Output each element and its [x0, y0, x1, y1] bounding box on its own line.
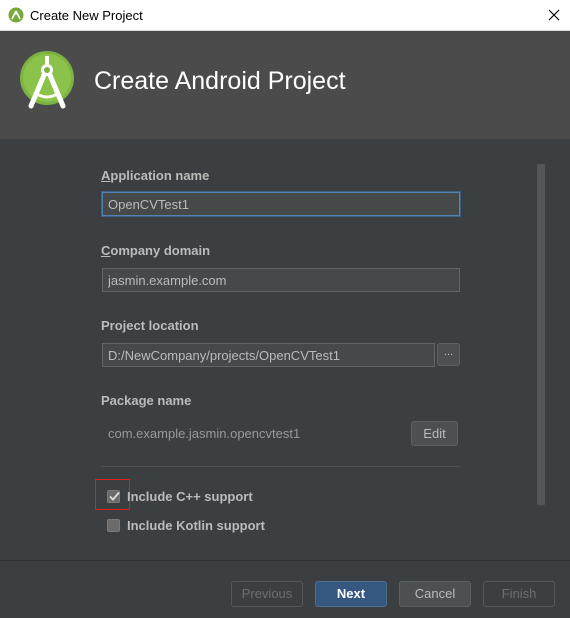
project-location-label: Project location [101, 318, 199, 333]
include-kotlin-label: Include Kotlin support [127, 518, 265, 533]
include-cpp-checkbox[interactable] [107, 490, 120, 503]
include-cpp-label: Include C++ support [127, 489, 253, 504]
include-kotlin-option[interactable]: Include Kotlin support [107, 518, 265, 533]
package-name-value: com.example.jasmin.opencvtest1 [108, 426, 301, 441]
package-name-label: Package name [101, 393, 192, 408]
header-banner: Create Android Project [0, 31, 570, 139]
application-name-field[interactable] [102, 192, 460, 216]
checkmark-icon [109, 491, 120, 501]
cancel-button[interactable]: Cancel [399, 581, 471, 607]
window-title: Create New Project [30, 8, 143, 23]
company-domain-label: Company domain [101, 243, 211, 258]
company-domain-field[interactable] [102, 268, 460, 292]
android-studio-icon [8, 7, 24, 23]
next-button[interactable]: Next [315, 581, 387, 607]
android-studio-logo-icon [19, 50, 75, 110]
window-titlebar: Create New Project [0, 0, 570, 31]
page-title: Create Android Project [94, 67, 346, 95]
include-kotlin-checkbox[interactable] [107, 519, 120, 532]
application-name-label: Application name [101, 168, 210, 183]
project-location-field[interactable] [102, 343, 435, 367]
finish-button[interactable]: Finish [483, 581, 555, 607]
divider [101, 466, 460, 467]
scrollbar[interactable] [537, 164, 545, 505]
edit-package-button[interactable]: Edit [411, 421, 458, 446]
browse-button[interactable]: ... [437, 343, 460, 366]
include-cpp-option[interactable]: Include C++ support [107, 489, 253, 504]
previous-button[interactable]: Previous [231, 581, 303, 607]
close-icon[interactable] [538, 0, 570, 30]
